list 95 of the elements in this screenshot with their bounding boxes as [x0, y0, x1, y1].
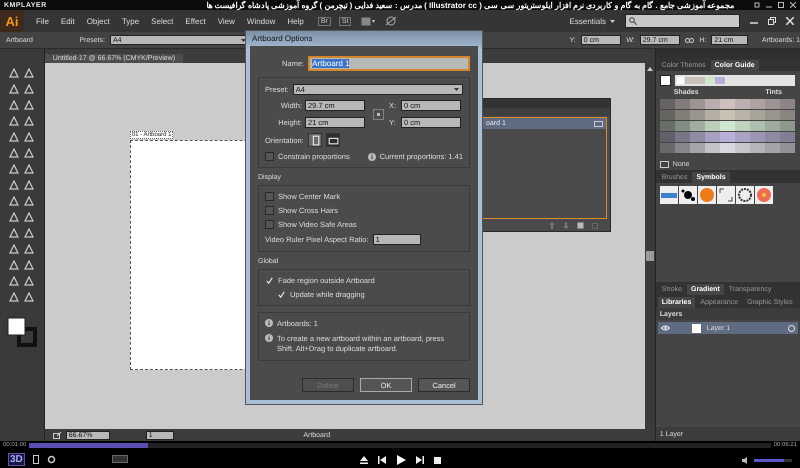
restore-icon[interactable]	[768, 17, 776, 25]
tool-icon[interactable]	[8, 179, 20, 191]
tool-icon[interactable]	[23, 211, 36, 223]
scroll-thumb[interactable]	[646, 251, 654, 261]
frame-symbol-icon[interactable]	[716, 186, 735, 204]
tool-icon[interactable]	[23, 83, 36, 95]
landscape-toggle[interactable]	[326, 133, 340, 147]
checkbox[interactable]	[265, 220, 274, 229]
new-artboard-icon[interactable]	[577, 222, 584, 228]
tool-icon[interactable]	[23, 99, 36, 111]
color-variations-drawing[interactable]	[660, 99, 796, 154]
tool-icon[interactable]	[8, 227, 20, 239]
toggle-button[interactable]	[112, 455, 128, 463]
settings-icon[interactable]	[46, 454, 56, 464]
info-icon	[265, 319, 273, 327]
speaker-icon[interactable]	[742, 457, 750, 464]
tool-icon[interactable]	[8, 67, 20, 79]
tool-icon[interactable]	[23, 115, 36, 127]
flower-symbol-icon[interactable]	[754, 186, 773, 204]
close-icon[interactable]	[786, 17, 794, 25]
fill-swatch-icon[interactable]	[6, 317, 37, 347]
info-icon	[368, 152, 376, 160]
sphere-symbol-icon[interactable]	[698, 186, 716, 204]
menu-item[interactable]: Select	[145, 16, 180, 26]
tool-icon[interactable]	[8, 131, 20, 143]
tool-icon[interactable]	[8, 83, 20, 95]
base-color-swatch[interactable]	[660, 75, 671, 86]
menu-item[interactable]: View	[212, 16, 241, 26]
harmony-colors-drawing[interactable]	[674, 75, 795, 86]
tool-icon[interactable]	[23, 179, 36, 191]
tool-icon[interactable]	[8, 147, 20, 159]
menu-item[interactable]: File	[30, 16, 55, 26]
layer-thumbnail	[692, 324, 701, 332]
next-icon[interactable]	[416, 456, 424, 464]
caret-icon	[454, 88, 459, 91]
menu-item[interactable]: Effect	[179, 16, 212, 26]
tool-icon[interactable]	[8, 195, 20, 207]
menu-item[interactable]: Object	[80, 16, 116, 26]
arrange-documents-icon[interactable]	[361, 16, 376, 26]
checkbox[interactable]	[265, 206, 274, 215]
tool-icon[interactable]	[8, 163, 20, 175]
eject-icon[interactable]	[360, 456, 368, 464]
link-icon[interactable]	[685, 36, 694, 44]
tool-icon[interactable]	[23, 195, 36, 207]
app-logo: Ai	[0, 10, 24, 32]
tool-icon[interactable]	[23, 275, 36, 287]
tool-icon[interactable]	[8, 211, 20, 223]
menu-item[interactable]: Edit	[54, 16, 81, 26]
banner-symbol-icon[interactable]	[660, 186, 678, 204]
share-icon[interactable]	[52, 431, 62, 439]
phone-icon[interactable]	[32, 454, 39, 464]
scroll-up-icon[interactable]	[646, 67, 653, 71]
play-icon[interactable]	[396, 455, 406, 465]
tool-icon[interactable]	[8, 243, 20, 255]
previous-icon[interactable]	[378, 456, 386, 464]
seek-bar[interactable]	[29, 442, 771, 448]
splatter-symbol-icon[interactable]	[678, 186, 697, 204]
reference-point-icon[interactable]	[372, 108, 384, 120]
search-icon	[629, 17, 637, 25]
caret-icon	[610, 20, 615, 22]
tool-icon[interactable]	[23, 259, 36, 271]
3d-button[interactable]: 3D	[8, 452, 25, 466]
tool-icon[interactable]	[23, 67, 36, 79]
tool-icon[interactable]	[8, 291, 20, 303]
tool-icon[interactable]	[23, 147, 36, 159]
info-icon	[265, 334, 273, 342]
tool-icon[interactable]	[23, 131, 36, 143]
tool-icon[interactable]	[23, 291, 36, 303]
tool-icon[interactable]	[8, 99, 20, 111]
caret-icon	[241, 38, 246, 42]
tool-icon[interactable]	[8, 275, 20, 287]
ring-symbol-icon[interactable]	[736, 186, 754, 204]
name-field[interactable]: Artboard 1	[308, 56, 470, 71]
portrait-toggle[interactable]	[308, 133, 322, 147]
close-icon[interactable]	[790, 2, 796, 8]
dialog-title: Artboard Options	[252, 34, 312, 43]
stop-icon[interactable]	[434, 456, 441, 464]
search-field[interactable]	[625, 14, 740, 28]
tool-icon[interactable]	[8, 259, 20, 271]
artboard-options-icon[interactable]	[594, 120, 603, 126]
checkbox[interactable]	[265, 152, 274, 161]
workspace-switcher[interactable]: Essentials	[570, 16, 615, 26]
tool-icon[interactable]	[23, 227, 36, 239]
menu-item[interactable]: Window	[240, 16, 282, 26]
tool-icon[interactable]	[8, 115, 20, 127]
menu-item[interactable]: Type	[116, 16, 146, 26]
tool-icon[interactable]	[23, 243, 36, 255]
maximize-icon[interactable]	[778, 2, 784, 8]
menu-item[interactable]: Help	[281, 16, 310, 26]
checkbox[interactable]	[265, 192, 274, 201]
tool-icon[interactable]	[23, 163, 36, 175]
eye-icon[interactable]	[660, 325, 670, 331]
target-icon[interactable]	[788, 324, 795, 332]
window-title: مجموعه آموزشی جامع . گام به گام و کاربردی نرم افزار ایلوستریتور سی سی ( Illustrator cc ) مدرس : سعید فدایی ( تیچرمن ) گروه آموزشی پادشاه گرافیست ها	[205, 0, 736, 10]
volume-slider[interactable]	[754, 459, 792, 462]
